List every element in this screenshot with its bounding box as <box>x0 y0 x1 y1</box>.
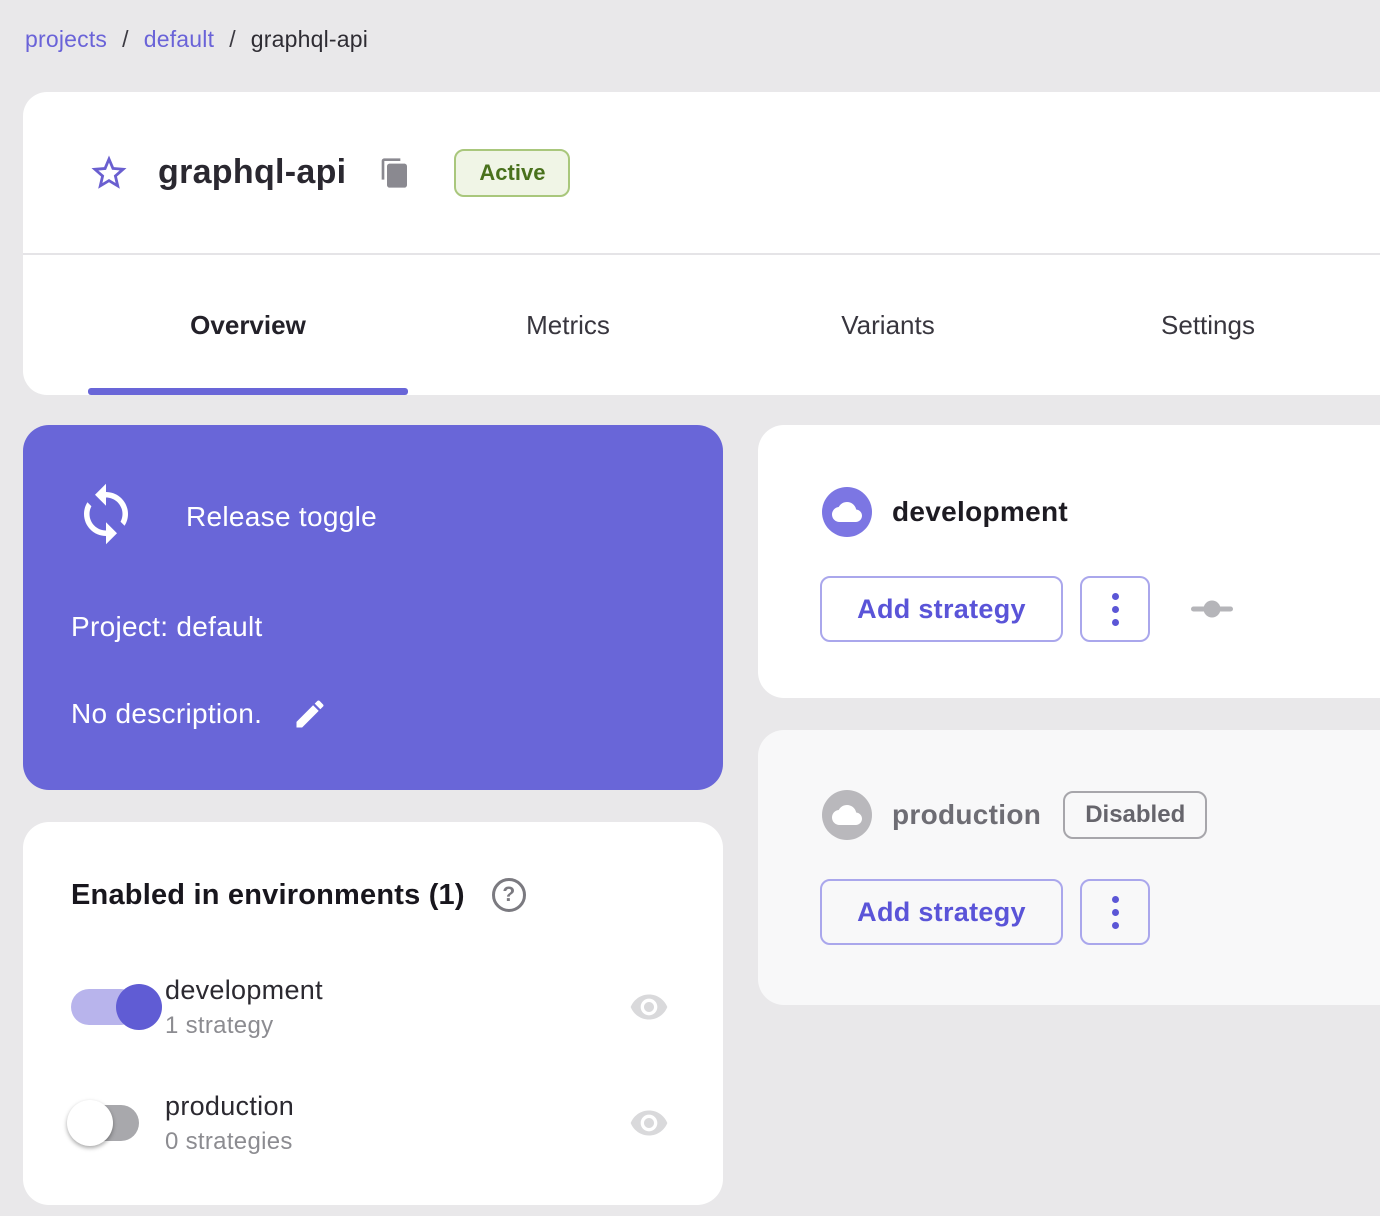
breadcrumb-separator: / <box>122 26 129 52</box>
kebab-icon <box>1111 605 1119 613</box>
environment-header: production Disabled <box>822 790 1208 840</box>
environment-name: production <box>892 799 1042 830</box>
add-strategy-button[interactable]: Add strategy <box>820 879 1063 945</box>
feature-header-card: graphql-api Active Overview Metrics Vari… <box>23 92 1380 395</box>
breadcrumb-link-default[interactable]: default <box>144 26 214 53</box>
strategy-count: 1 strategy <box>165 1011 274 1039</box>
tab-variants[interactable]: Variants <box>728 255 1048 395</box>
description-text: No description. <box>71 698 263 729</box>
kebab-icon <box>1111 592 1119 600</box>
sync-icon <box>73 481 139 552</box>
release-toggle-card: Release toggle Project: default No descr… <box>23 425 723 790</box>
cloud-icon <box>822 790 872 840</box>
environment-row-text: production 0 strategies <box>165 1091 623 1156</box>
tab-metrics-label: Metrics <box>526 309 610 340</box>
environment-toggle-row-production: production 0 strategies <box>67 1082 675 1164</box>
kebab-icon <box>1111 921 1119 929</box>
environment-actions: Add strategy <box>820 576 1233 642</box>
environment-card-production: production Disabled Add strategy <box>758 730 1380 1005</box>
breadcrumb-link-projects[interactable]: projects <box>25 26 107 53</box>
enabled-environments-title: Enabled in environments (1) <box>71 878 465 911</box>
page-title: graphql-api <box>158 153 347 191</box>
enabled-environments-card: Enabled in environments (1) ? developmen… <box>23 822 723 1205</box>
edit-description-icon[interactable] <box>292 696 328 732</box>
kebab-icon <box>1111 895 1119 903</box>
toggle-thumb <box>116 984 162 1030</box>
environment-name: development <box>165 974 323 1005</box>
more-options-button[interactable] <box>1080 879 1150 945</box>
kebab-icon <box>1111 618 1119 626</box>
eye-icon[interactable] <box>623 1103 675 1143</box>
kebab-icon <box>1111 908 1119 916</box>
copy-icon[interactable] <box>378 156 412 190</box>
environment-toggle-row-development: development 1 strategy <box>71 966 675 1048</box>
breadcrumb-current: graphql-api <box>250 26 369 52</box>
environment-card-development: development Add strategy <box>758 425 1380 698</box>
tab-overview[interactable]: Overview <box>88 255 408 395</box>
breadcrumb: projects / default / graphql-api <box>25 26 368 53</box>
tab-overview-label: Overview <box>190 309 306 340</box>
add-strategy-button[interactable]: Add strategy <box>820 576 1063 642</box>
tab-variants-label: Variants <box>841 309 935 340</box>
strategy-count: 0 strategies <box>165 1127 293 1155</box>
eye-icon[interactable] <box>623 987 675 1027</box>
environment-actions: Add strategy <box>820 879 1150 945</box>
environment-toggle-production[interactable] <box>67 1100 165 1146</box>
tab-bar: Overview Metrics Variants Settings <box>88 255 1368 395</box>
disabled-badge: Disabled <box>1063 791 1208 839</box>
status-badge: Active <box>454 148 571 197</box>
environment-name: production <box>165 1090 295 1121</box>
toggle-type-label: Release toggle <box>186 501 377 532</box>
favorite-star-icon[interactable] <box>88 152 130 194</box>
more-options-button[interactable] <box>1080 576 1150 642</box>
environment-name: development <box>892 496 1069 527</box>
environment-toggle-development[interactable] <box>71 984 165 1030</box>
environment-row-text: development 1 strategy <box>165 975 623 1040</box>
strategy-slider-icon <box>1191 600 1233 618</box>
breadcrumb-separator: / <box>229 26 236 52</box>
feature-header-row: graphql-api Active <box>23 92 1380 253</box>
description-row: No description. <box>71 696 328 732</box>
tab-settings-label: Settings <box>1161 309 1255 340</box>
enabled-environments-header: Enabled in environments (1) ? <box>71 878 526 912</box>
toggle-thumb <box>67 1100 113 1146</box>
active-tab-indicator <box>88 388 408 395</box>
tab-metrics[interactable]: Metrics <box>408 255 728 395</box>
project-label: Project: default <box>71 611 263 642</box>
environment-header: development <box>822 487 1068 537</box>
help-icon[interactable]: ? <box>491 878 526 912</box>
tab-settings[interactable]: Settings <box>1048 255 1368 395</box>
cloud-icon <box>822 487 872 537</box>
